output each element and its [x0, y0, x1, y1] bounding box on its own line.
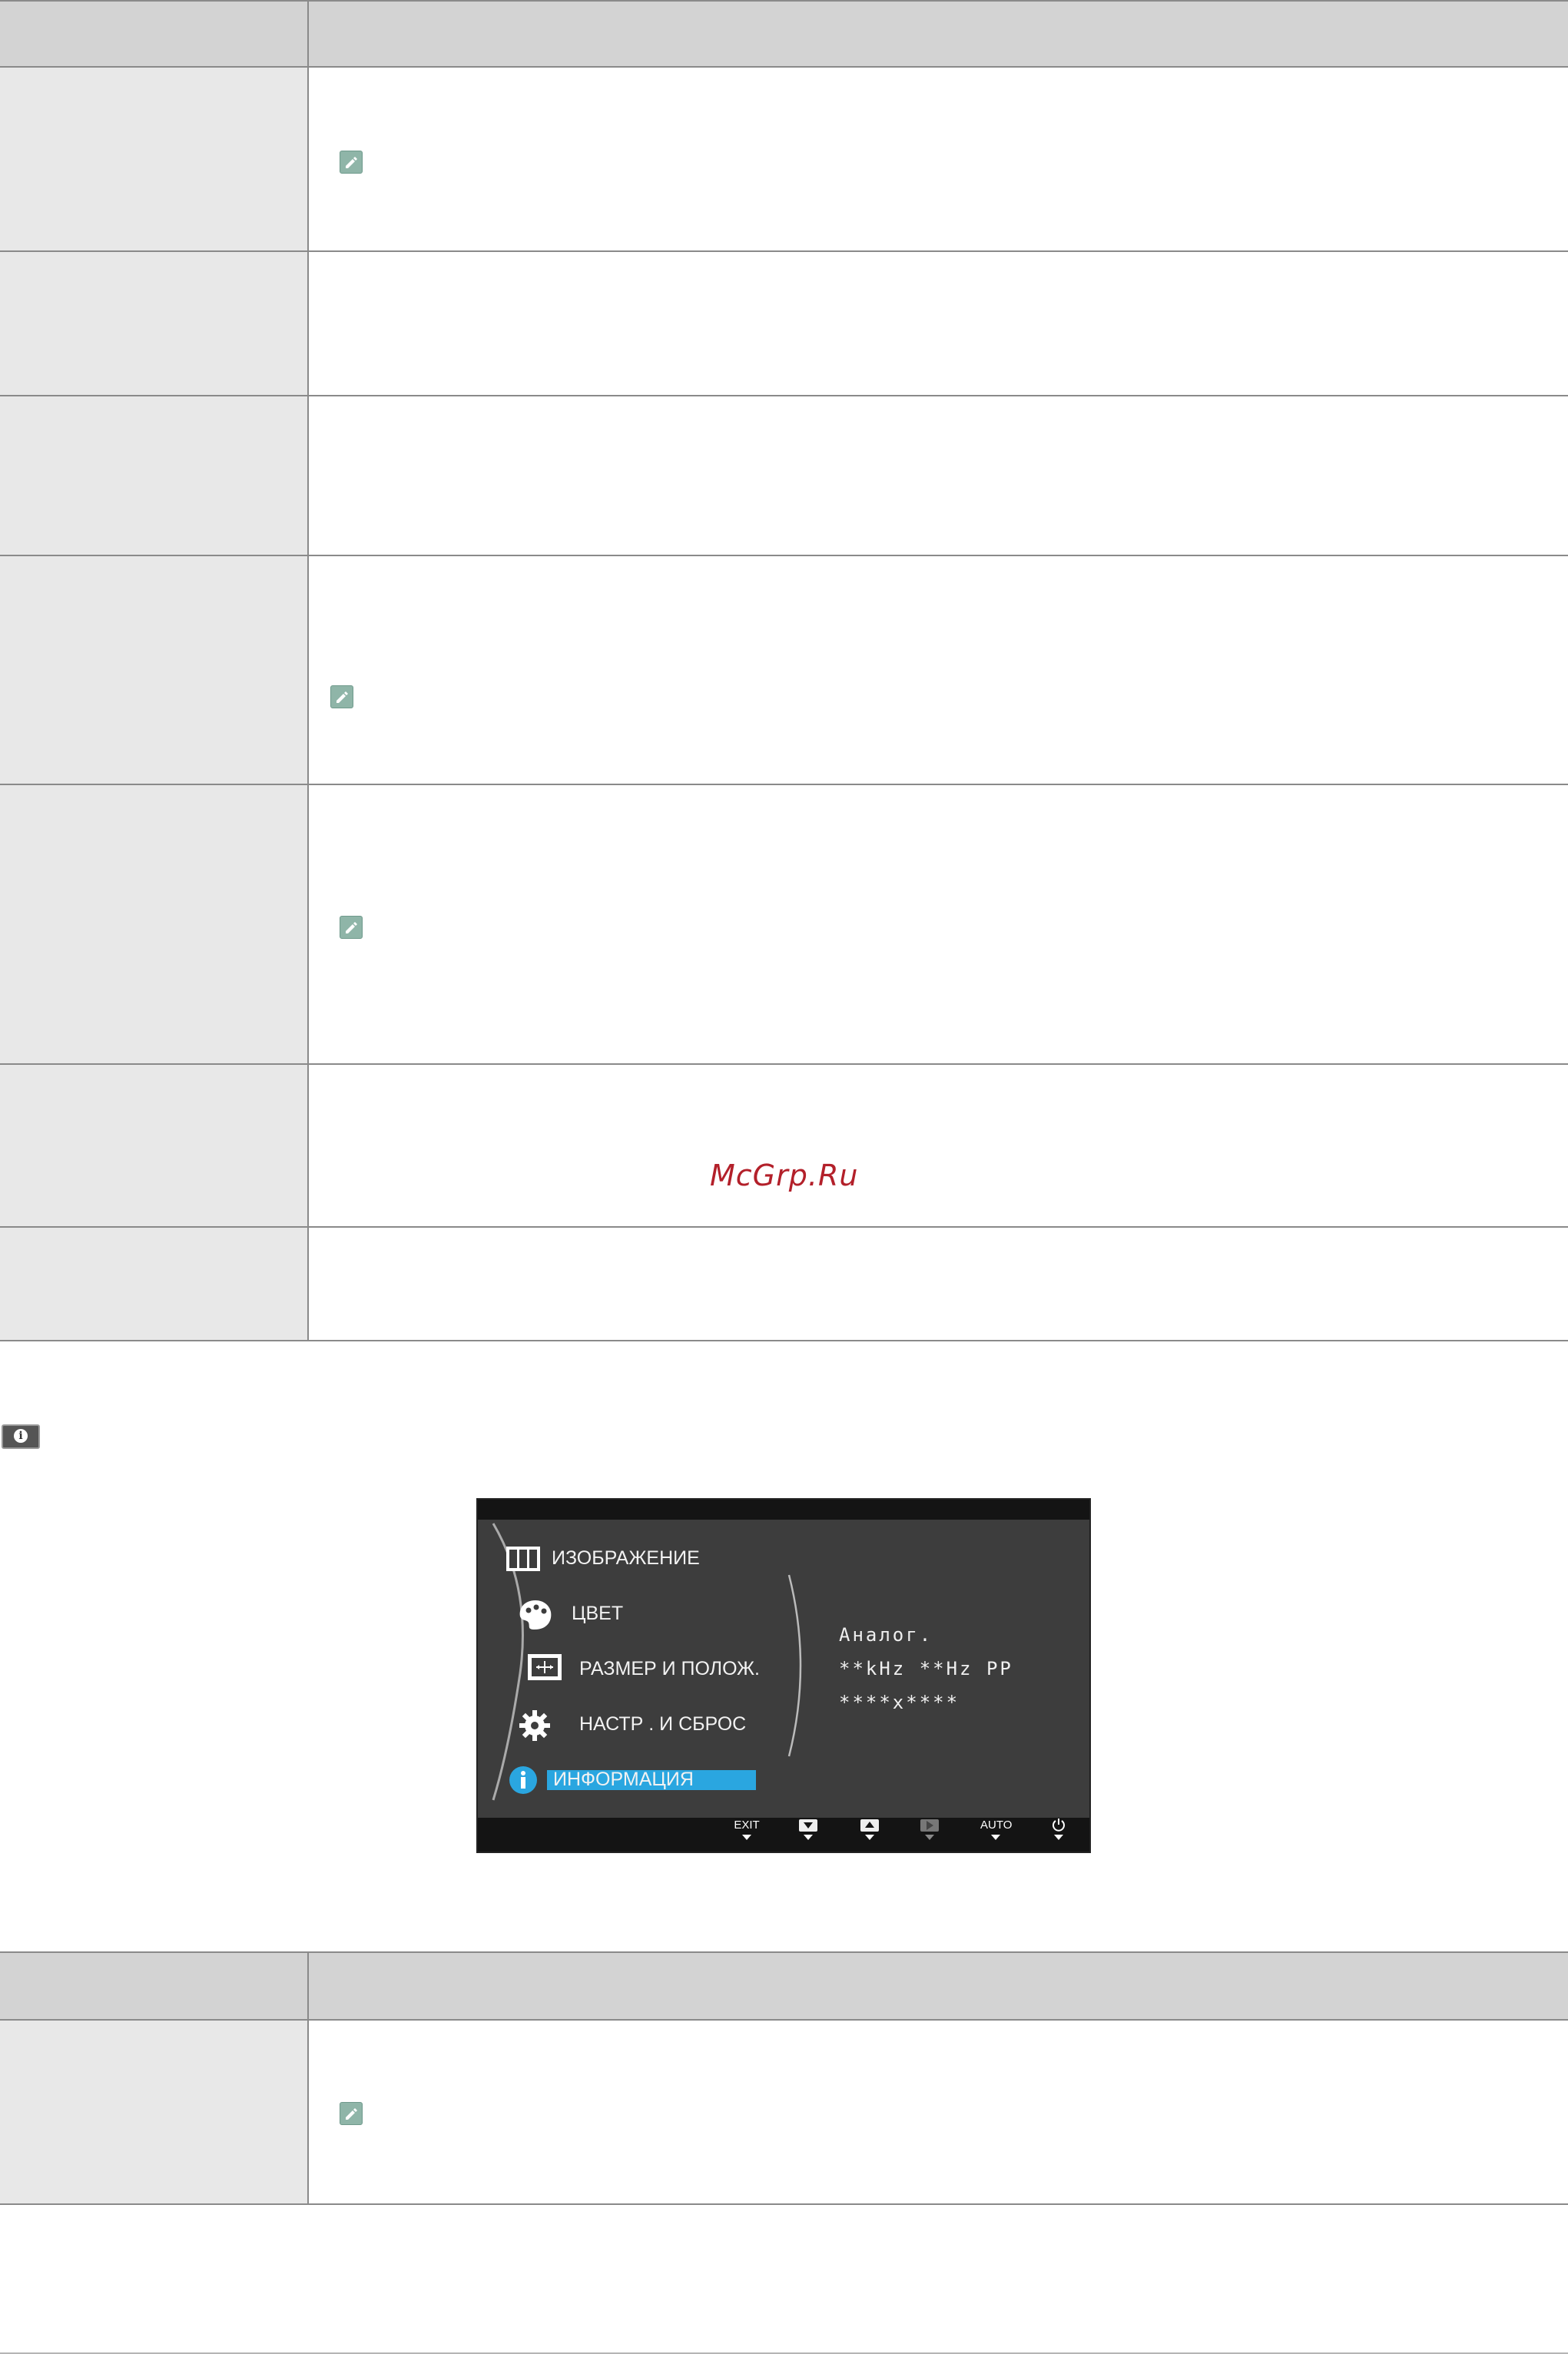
- resolution-value: ****x****: [839, 1692, 960, 1713]
- row-label-cell: [0, 2021, 309, 2203]
- down-button[interactable]: [793, 1818, 824, 1848]
- table-row: [0, 68, 1568, 252]
- table-row: [0, 1228, 1568, 1341]
- up-arrow-icon: [860, 1819, 879, 1832]
- power-button[interactable]: [1043, 1818, 1074, 1848]
- header-cell-right: [309, 2, 1568, 66]
- note-icon: [330, 685, 353, 708]
- info-icon: [509, 1766, 538, 1799]
- row-label-cell: [0, 68, 309, 250]
- osd-menu-item[interactable]: ЦВЕТ: [572, 1603, 623, 1625]
- row-content-cell: [309, 68, 1568, 250]
- osd-menu-item[interactable]: РАЗМЕР И ПОЛОЖ.: [579, 1658, 760, 1680]
- osd-menu-item-selected[interactable]: ИНФОРМАЦИЯ: [553, 1769, 694, 1791]
- enter-arrow-icon: [920, 1819, 939, 1832]
- note-icon: [340, 2102, 363, 2125]
- row-content-cell: [309, 785, 1568, 1063]
- header-cell-right: [309, 1953, 1568, 2019]
- table-header-row: [0, 0, 1568, 68]
- row-label-cell: [0, 785, 309, 1063]
- down-arrow-icon: [799, 1819, 817, 1832]
- osd-divider-arc: [787, 1574, 802, 1757]
- table-row: [0, 2021, 1568, 2205]
- osd-menu-screenshot: ИЗОБРАЖЕНИЕ ЦВЕТ РАЗМЕР И ПОЛОЖ. НАСТР .…: [476, 1498, 1091, 1853]
- frequency-value: **kHz **Hz PP: [839, 1658, 1013, 1679]
- table-header-row: [0, 1951, 1568, 2021]
- osd-menu-item[interactable]: ИЗОБРАЖЕНИЕ: [552, 1547, 700, 1570]
- note-icon: [340, 151, 363, 174]
- row-label-cell: [0, 556, 309, 784]
- row-content-cell: [309, 252, 1568, 395]
- auto-button[interactable]: AUTO: [980, 1818, 1012, 1848]
- row-label-cell: [0, 396, 309, 555]
- size-position-icon: [527, 1653, 562, 1685]
- osd-menu-item[interactable]: НАСТР . И СБРОС: [579, 1713, 746, 1736]
- info-menu-icon: i: [2, 1424, 40, 1449]
- row-label-cell: [0, 1228, 309, 1340]
- watermark-text: McGrp.Ru: [710, 1159, 859, 1192]
- picture-icon: [506, 1546, 541, 1576]
- table-row: [0, 785, 1568, 1065]
- row-content-cell: [309, 396, 1568, 555]
- row-content-cell: [309, 1065, 1568, 1226]
- exit-button[interactable]: EXIT: [731, 1818, 762, 1848]
- row-content-cell: [309, 1228, 1568, 1340]
- note-icon: [340, 916, 363, 939]
- gear-icon: [518, 1709, 552, 1746]
- header-cell-left: [0, 1953, 309, 2019]
- table-row: [0, 396, 1568, 556]
- table-row: [0, 252, 1568, 396]
- enter-button[interactable]: [914, 1818, 945, 1848]
- row-label-cell: [0, 1065, 309, 1226]
- up-button[interactable]: [854, 1818, 885, 1848]
- header-cell-left: [0, 2, 309, 66]
- row-label-cell: [0, 252, 309, 395]
- signal-type-value: Аналог.: [839, 1624, 933, 1646]
- osd-title-bar: [478, 1500, 1089, 1520]
- table-row: [0, 1065, 1568, 1228]
- row-content-cell: [309, 556, 1568, 784]
- row-content-cell: [309, 2021, 1568, 2203]
- power-icon: [1053, 1819, 1065, 1832]
- table-row: [0, 556, 1568, 785]
- palette-icon: [516, 1598, 555, 1636]
